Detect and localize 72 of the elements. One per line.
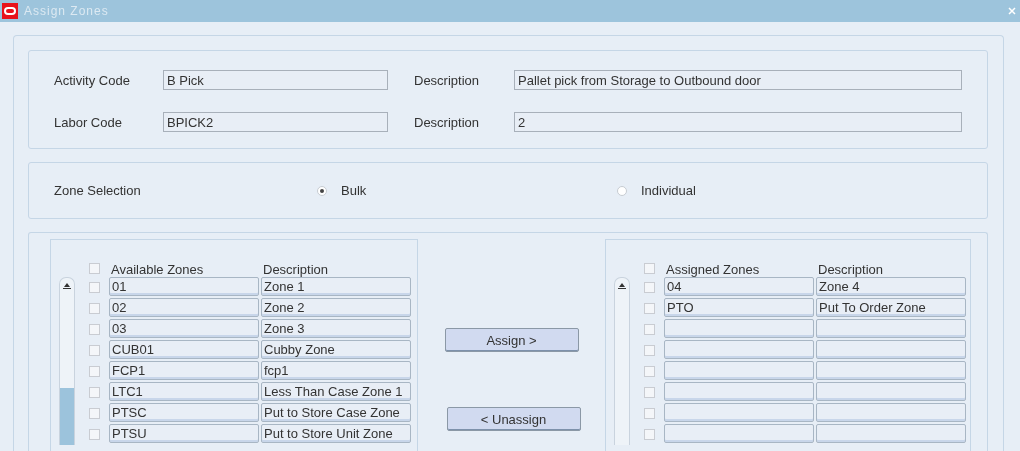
select-all-checkbox[interactable]: [644, 263, 655, 274]
zone-code-field[interactable]: [664, 382, 814, 401]
zone-description-field[interactable]: Put To Order Zone: [816, 298, 966, 317]
zone-code-field[interactable]: [664, 361, 814, 380]
zone-code-field[interactable]: LTC1: [109, 382, 259, 401]
zone-code-field[interactable]: PTO: [664, 298, 814, 317]
zone-description-field[interactable]: Put to Store Unit Zone: [261, 424, 411, 443]
field-label: Description: [414, 114, 481, 130]
scrollbar[interactable]: [614, 277, 630, 445]
scrollbar[interactable]: [59, 277, 75, 445]
row-checkbox[interactable]: [644, 366, 655, 377]
row-checkbox[interactable]: [644, 387, 655, 398]
zone-description-field[interactable]: Cubby Zone: [261, 340, 411, 359]
row-checkbox[interactable]: [89, 387, 100, 398]
row-checkbox[interactable]: [644, 345, 655, 356]
zone-description-field[interactable]: Zone 4: [816, 277, 966, 296]
zone-description-field[interactable]: [816, 424, 966, 443]
row-checkbox[interactable]: [89, 324, 100, 335]
zone-code-field[interactable]: 04: [664, 277, 814, 296]
transfer-button[interactable]: Assign >: [444, 328, 579, 352]
zone-code-field[interactable]: 03: [109, 319, 259, 338]
window-title: Assign Zones: [24, 4, 110, 18]
transfer-button[interactable]: < Unassign: [446, 407, 581, 431]
app-logo-icon: [2, 3, 18, 19]
zone-description-field[interactable]: fcp1: [261, 361, 411, 380]
row-checkbox[interactable]: [644, 324, 655, 335]
zone-code-field[interactable]: 01: [109, 277, 259, 296]
zone-description-field[interactable]: [816, 340, 966, 359]
row-checkbox[interactable]: [89, 303, 100, 314]
zone-code-field[interactable]: 02: [109, 298, 259, 317]
row-checkbox[interactable]: [89, 282, 100, 293]
select-all-checkbox[interactable]: [89, 263, 100, 274]
column-header: Available Zones: [110, 261, 205, 277]
column-header: Description: [817, 261, 885, 277]
row-checkbox[interactable]: [89, 429, 100, 440]
zone-code-field[interactable]: [664, 319, 814, 338]
field-label: Labor Code: [54, 114, 123, 130]
zone-code-field[interactable]: [664, 340, 814, 359]
radio-option[interactable]: Individual: [617, 183, 696, 198]
zone-code-field[interactable]: PTSU: [109, 424, 259, 443]
code-field[interactable]: B Pick: [163, 70, 388, 90]
field-label: Zone Selection: [54, 183, 142, 198]
zone-description-field[interactable]: Put to Store Case Zone: [261, 403, 411, 422]
zone-description-field[interactable]: [816, 382, 966, 401]
close-icon[interactable]: [1008, 7, 1016, 15]
field-label: Description: [414, 72, 481, 88]
row-checkbox[interactable]: [89, 345, 100, 356]
row-checkbox[interactable]: [644, 429, 655, 440]
zone-description-field[interactable]: Less Than Case Zone 1: [261, 382, 411, 401]
row-checkbox[interactable]: [89, 366, 100, 377]
zone-description-field[interactable]: [816, 361, 966, 380]
row-checkbox[interactable]: [644, 303, 655, 314]
description-field[interactable]: 2: [514, 112, 962, 132]
zone-description-field[interactable]: [816, 403, 966, 422]
zone-code-field[interactable]: FCP1: [109, 361, 259, 380]
row-checkbox[interactable]: [644, 282, 655, 293]
zone-description-field[interactable]: Zone 3: [261, 319, 411, 338]
description-field[interactable]: Pallet pick from Storage to Outbound door: [514, 70, 962, 90]
zone-description-field[interactable]: Zone 1: [261, 277, 411, 296]
zone-code-field[interactable]: [664, 403, 814, 422]
zone-code-field[interactable]: PTSC: [109, 403, 259, 422]
row-checkbox[interactable]: [89, 408, 100, 419]
radio-option[interactable]: Bulk: [317, 183, 617, 198]
zone-description-field[interactable]: Zone 2: [261, 298, 411, 317]
zone-code-field[interactable]: CUB01: [109, 340, 259, 359]
row-checkbox[interactable]: [644, 408, 655, 419]
column-header: Description: [262, 261, 330, 277]
zone-description-field[interactable]: [816, 319, 966, 338]
field-label: Activity Code: [54, 72, 131, 88]
column-header: Assigned Zones: [665, 261, 761, 277]
code-field[interactable]: BPICK2: [163, 112, 388, 132]
zone-code-field[interactable]: [664, 424, 814, 443]
